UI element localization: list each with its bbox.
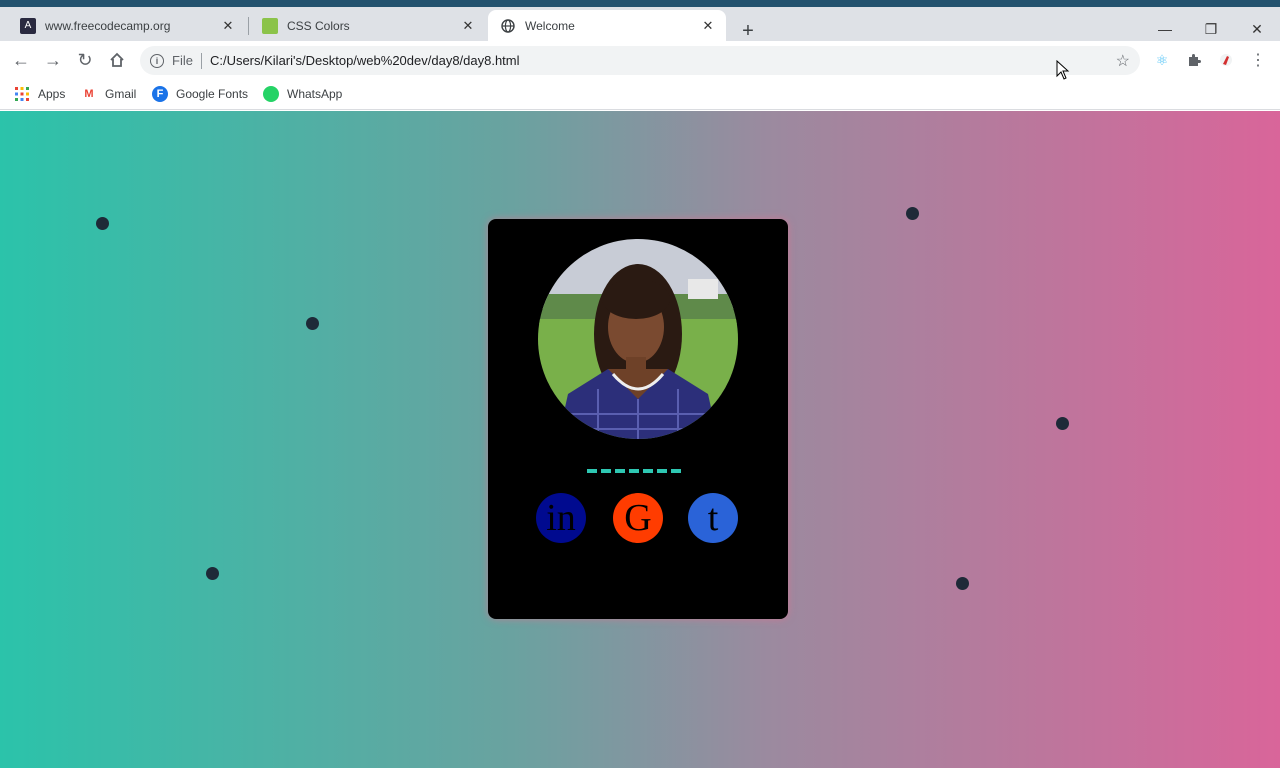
bookmark-gmail[interactable]: M Gmail bbox=[81, 84, 136, 104]
dash bbox=[671, 469, 681, 473]
floating-dot bbox=[1056, 417, 1069, 430]
profile-avatar bbox=[538, 239, 738, 439]
globe-icon bbox=[500, 18, 516, 34]
bookmark-label: Google Fonts bbox=[176, 87, 249, 101]
close-icon[interactable]: ✕ bbox=[220, 18, 236, 34]
home-icon bbox=[110, 52, 124, 67]
gmail-icon: M bbox=[84, 88, 94, 100]
floating-dot bbox=[906, 207, 919, 220]
whatsapp-icon bbox=[263, 86, 279, 102]
reload-button[interactable]: ↻ bbox=[72, 47, 98, 73]
address-divider bbox=[200, 52, 202, 69]
dash bbox=[615, 469, 625, 473]
bookmark-label: Apps bbox=[38, 87, 66, 101]
apps-grid-icon bbox=[14, 86, 30, 102]
new-tab-button[interactable]: + bbox=[736, 19, 760, 43]
tab-title: www.freecodecamp.org bbox=[45, 18, 171, 33]
google-icon: G bbox=[624, 497, 652, 539]
address-bar[interactable]: i File C:/Users/Kilari's/Desktop/web%20d… bbox=[140, 46, 1140, 75]
bookmark-whatsapp[interactable]: WhatsApp bbox=[263, 84, 342, 104]
google-button[interactable]: G bbox=[613, 493, 663, 543]
divider-dashes bbox=[587, 469, 681, 473]
tab-bar: A www.freecodecamp.org ✕ CSS Colors ✕ We… bbox=[0, 7, 1280, 43]
tab-title: CSS Colors bbox=[287, 18, 350, 33]
arrow-right-icon: → bbox=[44, 49, 62, 70]
linkedin-button[interactable]: in bbox=[536, 493, 586, 543]
twitter-button[interactable]: t bbox=[688, 493, 738, 543]
bookmark-label: Gmail bbox=[105, 87, 137, 101]
browser-toolbar: ← → ↻ i File C:/Users/Kilari's/Desktop/w… bbox=[0, 41, 1280, 79]
url-scheme-label: File bbox=[172, 53, 193, 68]
floating-dot bbox=[96, 217, 109, 230]
forward-button[interactable]: → bbox=[40, 47, 66, 73]
floating-dot bbox=[206, 567, 219, 580]
bookmark-apps[interactable]: Apps bbox=[14, 84, 65, 104]
google-fonts-icon: F bbox=[152, 86, 168, 102]
dash bbox=[643, 469, 653, 473]
tab-separator bbox=[248, 17, 249, 35]
minimize-button[interactable]: — bbox=[1150, 17, 1180, 41]
reload-icon: ↻ bbox=[77, 49, 93, 70]
bookmarks-bar: Apps M Gmail F Google Fonts WhatsApp bbox=[0, 79, 1280, 110]
close-window-button[interactable]: ✕ bbox=[1242, 17, 1272, 41]
dash bbox=[601, 469, 611, 473]
window-top-strip bbox=[0, 0, 1280, 7]
dash bbox=[657, 469, 667, 473]
url-text[interactable]: C:/Users/Kilari's/Desktop/web%20dev/day8… bbox=[210, 53, 520, 68]
bookmark-star-icon[interactable]: ☆ bbox=[1116, 51, 1130, 71]
info-icon[interactable]: i bbox=[150, 53, 164, 68]
close-icon[interactable]: ✕ bbox=[700, 18, 716, 34]
arrow-left-icon: ← bbox=[12, 49, 30, 70]
extensions-puzzle-icon[interactable] bbox=[1185, 51, 1203, 69]
bookmark-google-fonts[interactable]: F Google Fonts bbox=[152, 84, 248, 104]
close-icon[interactable]: ✕ bbox=[460, 18, 476, 34]
back-button[interactable]: ← bbox=[8, 47, 34, 73]
profile-card: in G t bbox=[488, 219, 788, 619]
tab-title: Welcome bbox=[525, 18, 575, 33]
floating-dot bbox=[306, 317, 319, 330]
tab-welcome[interactable]: Welcome ✕ bbox=[488, 10, 726, 41]
restore-button[interactable]: ❐ bbox=[1196, 17, 1226, 41]
mouse-cursor-icon bbox=[1056, 60, 1070, 80]
react-devtools-icon[interactable]: ⚛ bbox=[1153, 51, 1171, 69]
linkedin-icon: in bbox=[546, 497, 576, 539]
floating-dot bbox=[956, 577, 969, 590]
tab-css-colors[interactable]: CSS Colors ✕ bbox=[250, 10, 486, 41]
twitter-icon: t bbox=[707, 497, 719, 539]
dash bbox=[587, 469, 597, 473]
page-viewport: in G t bbox=[0, 111, 1280, 768]
home-button[interactable] bbox=[104, 47, 130, 73]
freecodecamp-icon: A bbox=[20, 17, 36, 34]
dash bbox=[629, 469, 639, 473]
profile-extension-icon[interactable] bbox=[1217, 51, 1235, 69]
css-colors-icon bbox=[262, 17, 278, 34]
bookmark-label: WhatsApp bbox=[287, 87, 343, 101]
tab-freecodecamp[interactable]: A www.freecodecamp.org ✕ bbox=[8, 10, 246, 41]
menu-kebab-icon[interactable]: ⋮ bbox=[1249, 51, 1267, 69]
